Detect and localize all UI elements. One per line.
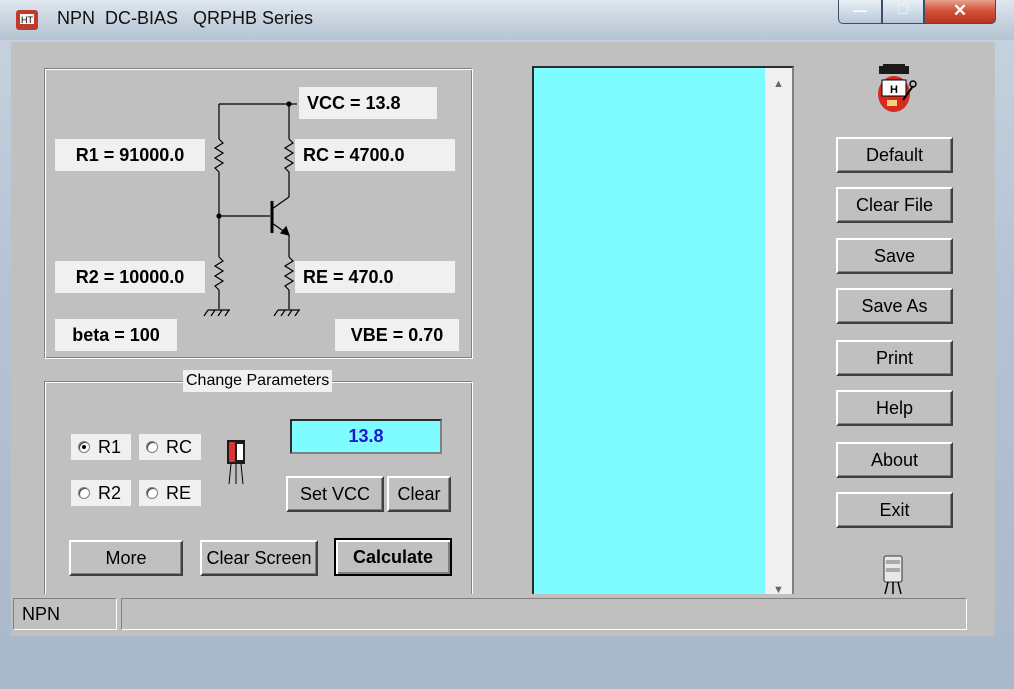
radio-r1-indicator[interactable]: [78, 441, 90, 453]
save-button[interactable]: Save: [836, 238, 953, 274]
exit-button[interactable]: Exit: [836, 492, 953, 528]
circuit-panel: VCC = 13.8 R1 = 91000.0 RC = 4700.0 R2 =…: [44, 68, 473, 359]
client-area: VCC = 13.8 R1 = 91000.0 RC = 4700.0 R2 =…: [11, 42, 995, 636]
radio-re-indicator[interactable]: [146, 487, 158, 499]
status-bar: NPN: [11, 594, 995, 636]
status-message: [121, 598, 967, 630]
default-button[interactable]: Default: [836, 137, 953, 173]
output-list[interactable]: [532, 66, 794, 606]
radio-rc-indicator[interactable]: [146, 441, 158, 453]
calculate-button[interactable]: Calculate: [334, 538, 452, 576]
clear-screen-button[interactable]: Clear Screen: [200, 540, 318, 576]
svg-text:H: H: [890, 84, 898, 96]
minimize-icon: —: [853, 2, 867, 18]
re-label: RE = 470.0: [295, 261, 455, 293]
vbe-label: VBE = 0.70: [335, 319, 459, 351]
vcc-label: VCC = 13.8: [299, 87, 437, 119]
transistor-icon: [227, 440, 245, 485]
radio-r2-label: R2: [98, 482, 122, 503]
radio-rc-label: RC: [166, 436, 192, 457]
r2-label: R2 = 10000.0: [55, 261, 205, 293]
app-icon: HT: [16, 10, 38, 30]
radio-r2[interactable]: R2: [71, 480, 131, 506]
clear-file-button[interactable]: Clear File: [836, 187, 953, 223]
scroll-up-icon[interactable]: ▲: [765, 74, 792, 94]
more-button[interactable]: More: [69, 540, 183, 576]
maximize-button[interactable]: □: [882, 0, 924, 24]
minimize-button[interactable]: —: [838, 0, 882, 24]
vcc-input[interactable]: 13.8: [290, 419, 442, 454]
status-mode: NPN: [13, 598, 117, 630]
close-icon: ✕: [952, 1, 968, 20]
close-button[interactable]: ✕: [924, 0, 996, 24]
change-parameters-group: Change Parameters R1 RC R2 RE 13.8 Set V…: [44, 370, 473, 604]
beta-label: beta = 100: [55, 319, 177, 351]
clear-button[interactable]: Clear: [387, 476, 451, 512]
window-title: NPN DC-BIAS QRPHB Series: [57, 8, 314, 28]
radio-re[interactable]: RE: [139, 480, 201, 506]
r1-label: R1 = 91000.0: [55, 139, 205, 171]
about-button[interactable]: About: [836, 442, 953, 478]
radio-re-label: RE: [166, 482, 192, 503]
set-vcc-button[interactable]: Set VCC: [286, 476, 384, 512]
app-logo-icon: H: [878, 64, 917, 112]
save-as-button[interactable]: Save As: [836, 288, 953, 324]
svg-text:HT: HT: [21, 15, 33, 25]
output-scrollbar[interactable]: ▲ ▼: [765, 68, 792, 604]
maximize-icon: □: [898, 1, 908, 18]
print-button[interactable]: Print: [836, 340, 953, 376]
rc-label: RC = 4700.0: [295, 139, 455, 171]
radio-r2-indicator[interactable]: [78, 487, 90, 499]
help-button[interactable]: Help: [836, 390, 953, 426]
title-bar[interactable]: HT NPN DC-BIAS QRPHB Series — □ ✕: [0, 0, 1014, 40]
group-title: Change Parameters: [183, 370, 333, 392]
radio-r1[interactable]: R1: [71, 434, 131, 460]
radio-r1-label: R1: [98, 436, 122, 457]
radio-rc[interactable]: RC: [139, 434, 201, 460]
